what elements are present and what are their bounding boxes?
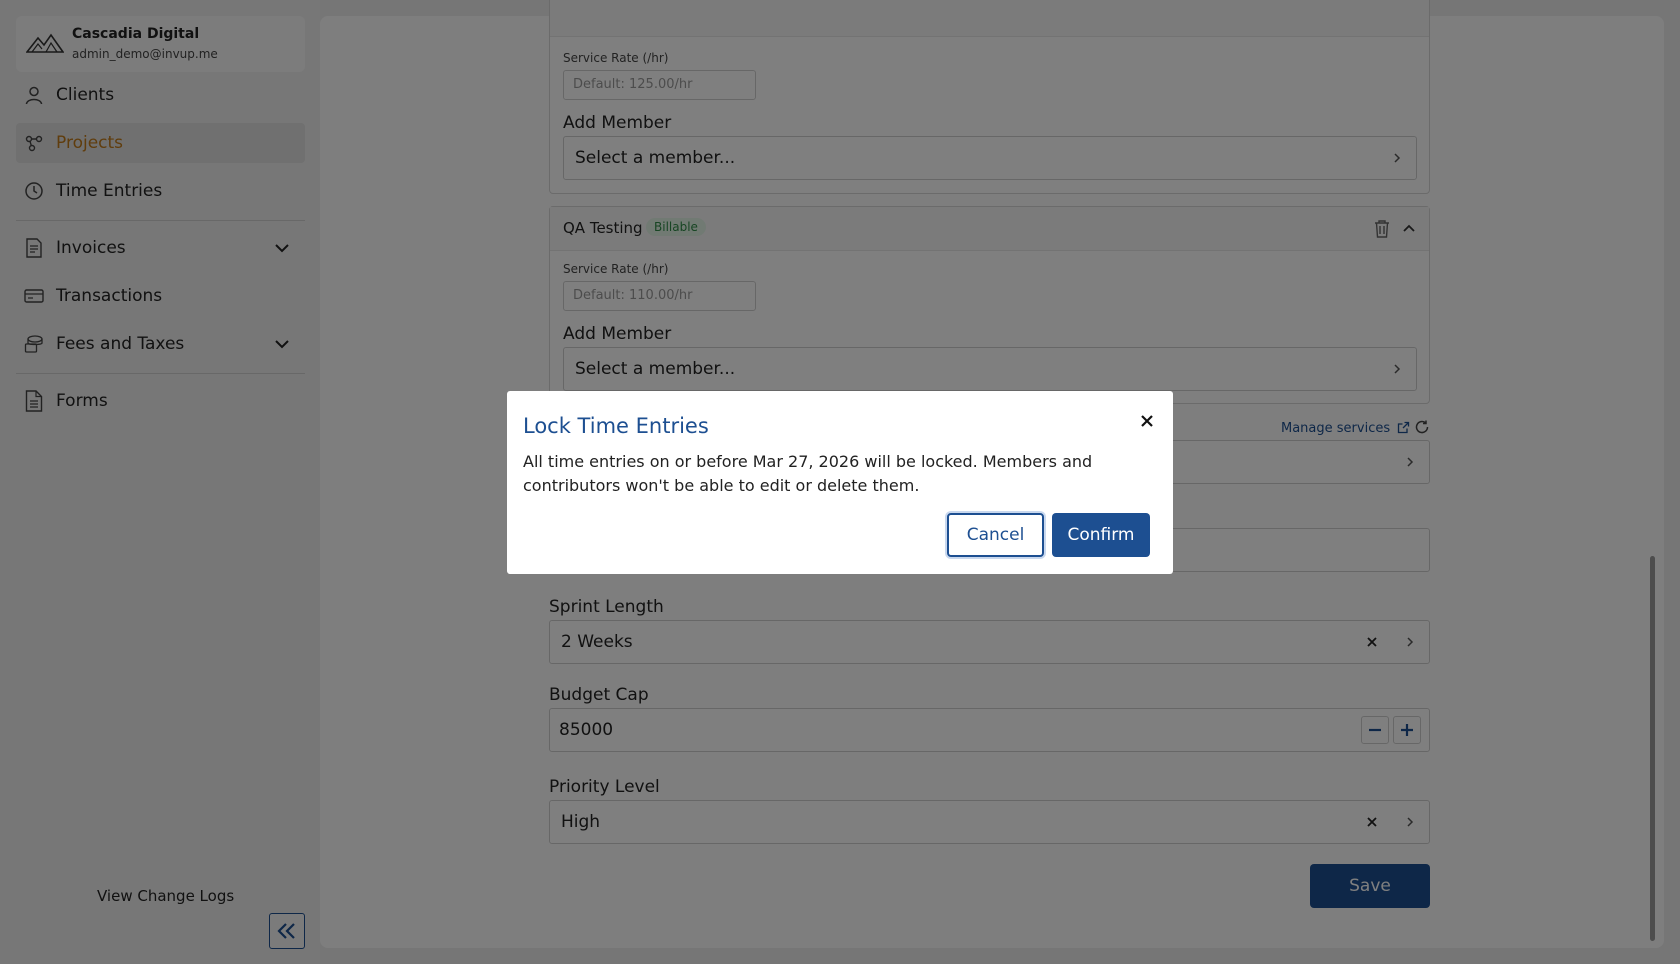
dialog-title: Lock Time Entries — [523, 414, 709, 438]
lock-time-entries-dialog: Lock Time Entries All time entries on or… — [507, 391, 1173, 574]
dialog-message: All time entries on or before Mar 27, 20… — [523, 452, 1093, 495]
confirm-button[interactable]: Confirm — [1052, 513, 1150, 557]
cancel-button[interactable]: Cancel — [947, 513, 1044, 557]
close-icon[interactable] — [1137, 411, 1157, 431]
